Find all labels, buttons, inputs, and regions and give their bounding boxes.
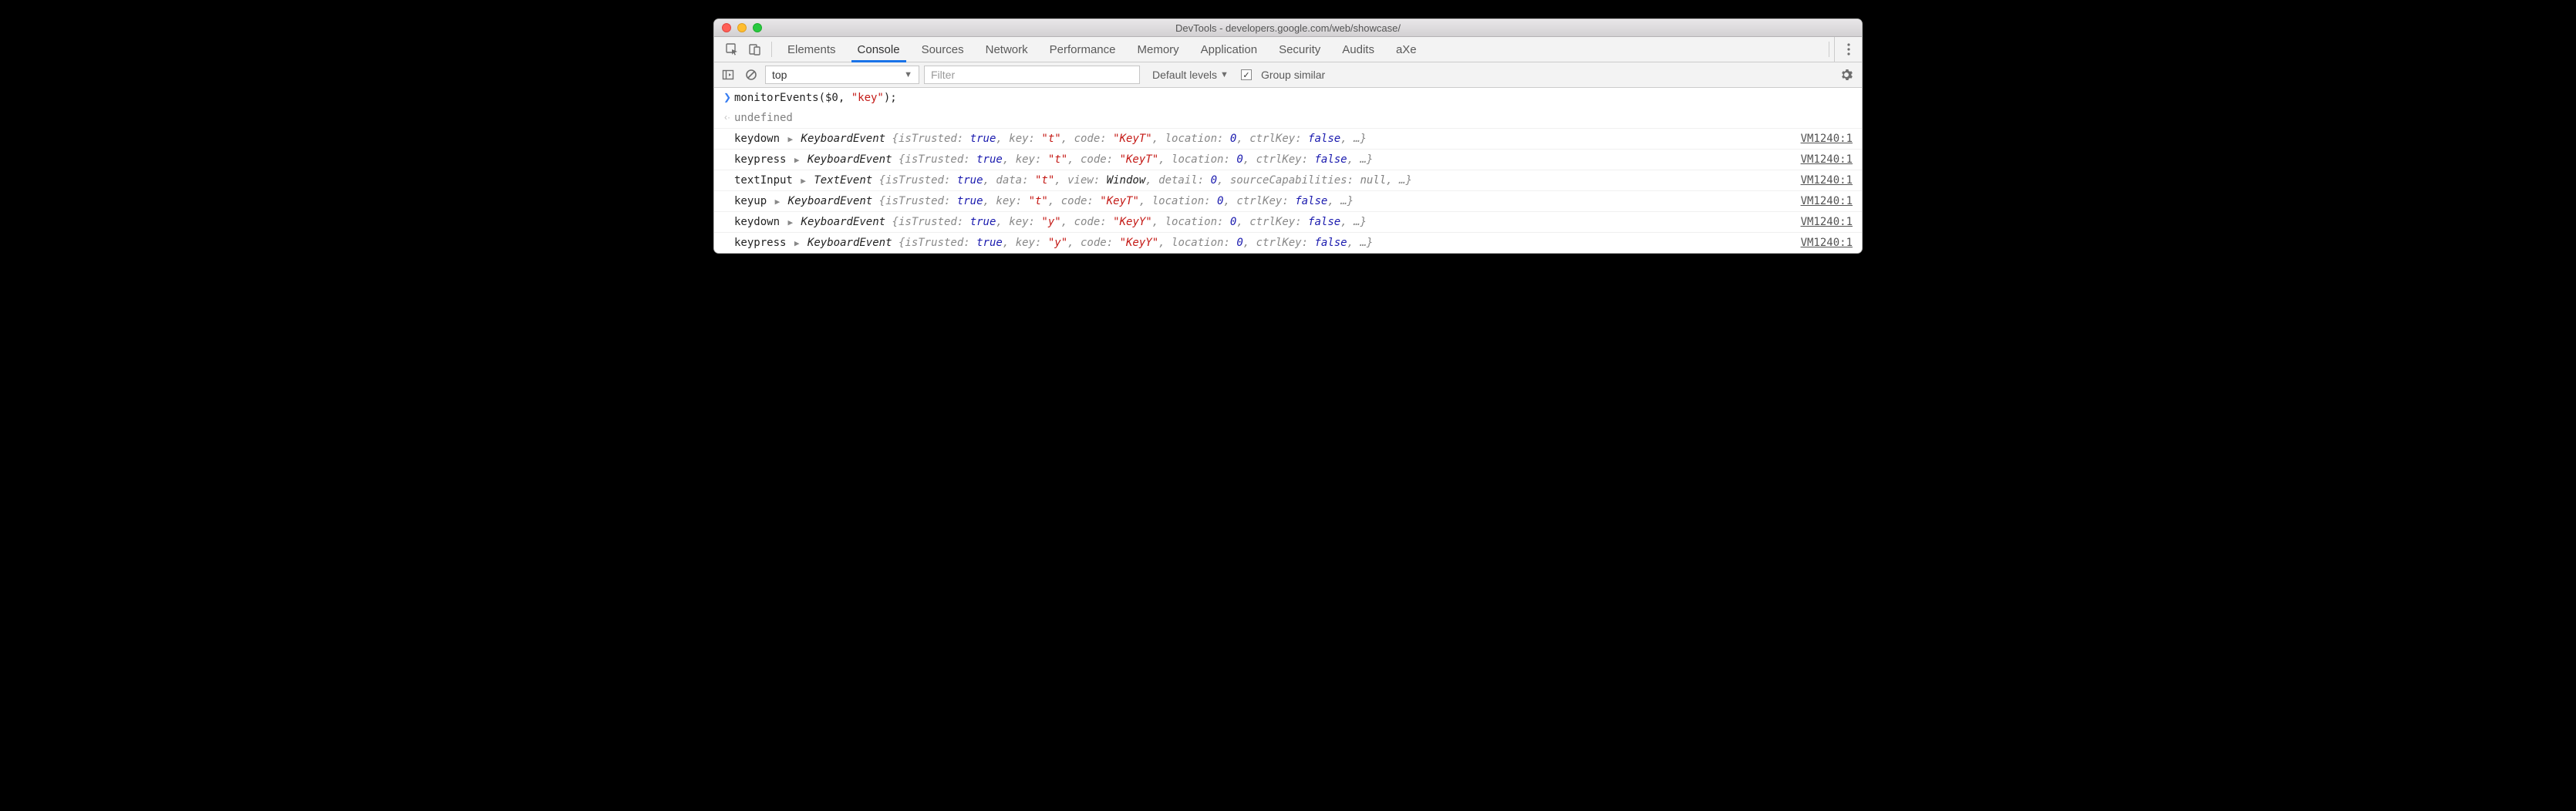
chevron-down-icon: ▼ (904, 70, 912, 79)
levels-label: Default levels (1152, 69, 1217, 81)
output-prompt-icon: ‹· (720, 112, 734, 123)
divider (771, 42, 772, 57)
console-result-row: ‹· undefined (714, 108, 1862, 129)
console-body: ❯ monitorEvents($0, "key"); ‹· undefined… (714, 88, 1862, 253)
filter-input[interactable] (924, 66, 1140, 84)
console-input-content: monitorEvents($0, "key"); (734, 92, 1853, 104)
expand-arrow-icon[interactable]: ▶ (786, 217, 794, 227)
source-link[interactable]: VM1240:1 (1801, 133, 1853, 145)
tab-sources[interactable]: Sources (911, 37, 975, 62)
source-link[interactable]: VM1240:1 (1801, 195, 1853, 207)
inspect-element-icon[interactable] (720, 37, 743, 62)
device-toolbar-icon[interactable] (743, 37, 767, 62)
log-content: keydown ▶ KeyboardEvent {isTrusted: true… (734, 133, 1792, 145)
console-log-row: keyup ▶ KeyboardEvent {isTrusted: true, … (714, 191, 1862, 212)
console-input-row[interactable]: ❯ monitorEvents($0, "key"); (714, 88, 1862, 108)
expand-arrow-icon[interactable]: ▶ (793, 238, 801, 248)
source-link[interactable]: VM1240:1 (1801, 216, 1853, 228)
tab-console[interactable]: Console (847, 37, 911, 62)
console-log-row: keypress ▶ KeyboardEvent {isTrusted: tru… (714, 150, 1862, 170)
tab-audits[interactable]: Audits (1331, 37, 1385, 62)
console-log-row: keydown ▶ KeyboardEvent {isTrusted: true… (714, 129, 1862, 150)
tab-security[interactable]: Security (1268, 37, 1331, 62)
expand-arrow-icon[interactable]: ▶ (799, 176, 808, 186)
tab-application[interactable]: Application (1190, 37, 1268, 62)
clear-console-icon[interactable] (742, 66, 760, 84)
log-levels-select[interactable]: Default levels ▼ (1145, 69, 1229, 81)
console-log-row: keypress ▶ KeyboardEvent {isTrusted: tru… (714, 233, 1862, 253)
devtools-tabbar: ElementsConsoleSourcesNetworkPerformance… (714, 37, 1862, 62)
source-link[interactable]: VM1240:1 (1801, 237, 1853, 249)
tab-network[interactable]: Network (975, 37, 1039, 62)
show-console-sidebar-icon[interactable] (719, 66, 737, 84)
execution-context-select[interactable]: top ▼ (765, 66, 919, 84)
tab-elements[interactable]: Elements (777, 37, 847, 62)
expand-arrow-icon[interactable]: ▶ (793, 155, 801, 165)
log-content: keypress ▶ KeyboardEvent {isTrusted: tru… (734, 237, 1792, 249)
console-log-row: keydown ▶ KeyboardEvent {isTrusted: true… (714, 212, 1862, 233)
minimize-window-button[interactable] (737, 23, 747, 32)
group-similar-label: Group similar (1256, 69, 1325, 81)
traffic-lights (714, 23, 762, 32)
log-content: keypress ▶ KeyboardEvent {isTrusted: tru… (734, 153, 1792, 166)
zoom-window-button[interactable] (753, 23, 762, 32)
console-toolbar: top ▼ Default levels ▼ ✓ Group similar (714, 62, 1862, 88)
console-settings-icon[interactable] (1840, 69, 1857, 81)
group-similar-checkbox[interactable]: ✓ (1241, 69, 1252, 80)
console-result: undefined (734, 112, 1853, 124)
close-window-button[interactable] (722, 23, 731, 32)
expand-arrow-icon[interactable]: ▶ (786, 134, 794, 144)
chevron-down-icon: ▼ (1220, 70, 1229, 79)
devtools-window: DevTools - developers.google.com/web/sho… (713, 19, 1863, 254)
source-link[interactable]: VM1240:1 (1801, 153, 1853, 166)
log-content: keydown ▶ KeyboardEvent {isTrusted: true… (734, 216, 1792, 228)
console-log-row: textInput ▶ TextEvent {isTrusted: true, … (714, 170, 1862, 191)
tab-memory[interactable]: Memory (1127, 37, 1190, 62)
tab-axe[interactable]: aXe (1385, 37, 1428, 62)
log-content: keyup ▶ KeyboardEvent {isTrusted: true, … (734, 195, 1792, 207)
source-link[interactable]: VM1240:1 (1801, 174, 1853, 187)
input-prompt-icon: ❯ (720, 92, 734, 103)
window-titlebar: DevTools - developers.google.com/web/sho… (714, 19, 1862, 37)
log-content: textInput ▶ TextEvent {isTrusted: true, … (734, 174, 1792, 187)
tab-performance[interactable]: Performance (1039, 37, 1127, 62)
context-value: top (772, 69, 787, 81)
panel-tabs: ElementsConsoleSourcesNetworkPerformance… (777, 37, 1428, 62)
window-title: DevTools - developers.google.com/web/sho… (714, 22, 1862, 34)
expand-arrow-icon[interactable]: ▶ (774, 197, 782, 207)
more-menu-icon[interactable] (1834, 37, 1862, 62)
